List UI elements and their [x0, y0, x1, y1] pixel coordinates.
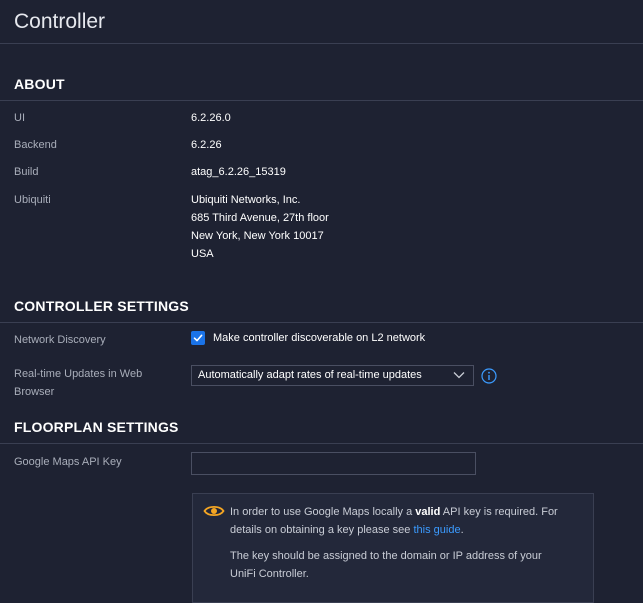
- google-maps-api-key-label: Google Maps API Key: [14, 456, 122, 468]
- floorplan-settings-divider: [0, 443, 643, 444]
- vendor-address: Ubiquiti Networks, Inc. 685 Third Avenue…: [191, 191, 329, 263]
- vendor-street: 685 Third Avenue, 27th floor: [191, 212, 329, 224]
- controller-settings-heading: CONTROLLER SETTINGS: [14, 298, 189, 314]
- page-title: Controller: [14, 10, 106, 33]
- google-maps-api-key-input[interactable]: [191, 452, 476, 475]
- realtime-updates-selected-value: Automatically adapt rates of real-time u…: [198, 369, 422, 381]
- vendor-country: USA: [191, 248, 214, 260]
- vendor-name: Ubiquiti Networks, Inc.: [191, 194, 301, 206]
- notice-period: .: [460, 524, 464, 536]
- vendor-label: Ubiquiti: [14, 194, 51, 206]
- check-icon: [193, 334, 203, 342]
- notice-line2: details on obtaining a key please see th…: [230, 521, 588, 539]
- ui-version: 6.2.26.0: [191, 112, 231, 124]
- network-discovery-checkbox-label[interactable]: Make controller discoverable on L2 netwo…: [213, 329, 425, 347]
- network-discovery-checkbox[interactable]: [191, 331, 205, 345]
- realtime-updates-label: Real-time Updates in Web Browser: [14, 365, 142, 401]
- info-icon[interactable]: [481, 368, 497, 384]
- notice-text-part2: API key is required. For: [440, 506, 558, 518]
- notice-text-line2: details on obtaining a key please see: [230, 524, 414, 536]
- about-divider: [0, 100, 643, 101]
- notice-paragraph2-line2: UniFi Controller.: [230, 568, 309, 580]
- chevron-down-icon: [453, 372, 465, 379]
- network-discovery-label: Network Discovery: [14, 334, 106, 346]
- ui-label: UI: [14, 112, 25, 124]
- build-value: atag_6.2.26_15319: [191, 166, 286, 178]
- floorplan-settings-heading: FLOORPLAN SETTINGS: [14, 419, 179, 435]
- backend-version: 6.2.26: [191, 139, 222, 151]
- vendor-city: New York, New York 10017: [191, 230, 324, 242]
- notice-paragraph2-line1: The key should be assigned to the domain…: [230, 550, 542, 562]
- this-guide-link[interactable]: this guide: [413, 524, 460, 536]
- realtime-updates-label-line2: Browser: [14, 386, 55, 398]
- controller-settings-divider: [0, 322, 643, 323]
- notice-line1: In order to use Google Maps locally a va…: [230, 503, 588, 521]
- notice-bold-valid: valid: [415, 506, 441, 518]
- notice-text-part1: In order to use Google Maps locally a: [230, 506, 416, 518]
- realtime-updates-select[interactable]: Automatically adapt rates of real-time u…: [191, 365, 474, 386]
- about-heading: ABOUT: [14, 76, 65, 92]
- backend-label: Backend: [14, 139, 57, 151]
- realtime-updates-label-line1: Real-time Updates in Web: [14, 368, 143, 380]
- eye-icon: [203, 505, 225, 517]
- build-label: Build: [14, 166, 39, 178]
- header-divider: [0, 43, 643, 44]
